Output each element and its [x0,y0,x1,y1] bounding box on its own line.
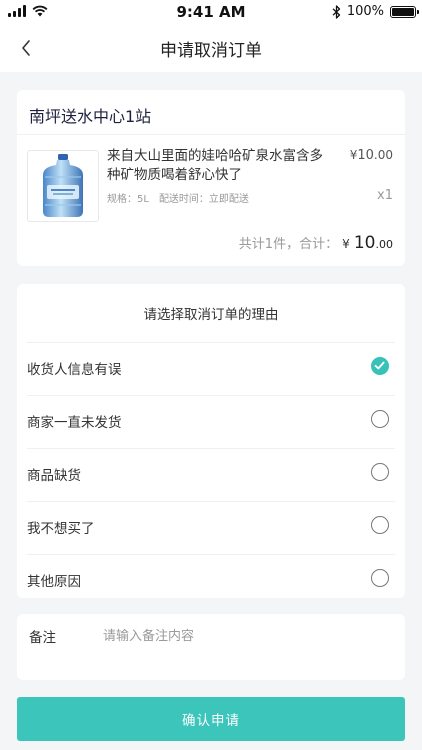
reason-card: 请选择取消订单的理由 收货人信息有误 商家一直未发货 商品缺货 我不想买了 其他… [17,284,405,598]
reason-label: 其他原因 [27,574,81,590]
reason-option-address-error[interactable]: 收货人信息有误 [27,342,395,395]
total-decimal: .00 [375,238,394,251]
reason-option-not-shipped[interactable]: 商家一直未发货 [27,395,395,448]
reason-option-out-of-stock[interactable]: 商品缺货 [27,448,395,501]
bluetooth-icon [332,4,340,19]
reason-list: 收货人信息有误 商家一直未发货 商品缺货 我不想买了 其他原因 [27,342,395,607]
remark-card: 备注 [17,614,405,680]
status-bar: 9:41 AM 100% [0,0,422,24]
remark-label: 备注 [29,630,56,646]
reason-label: 收货人信息有误 [27,362,122,378]
product-price: ¥10.00 [350,148,393,163]
reason-label: 商家一直未发货 [27,415,122,431]
product-size: 规格：5L [107,194,149,205]
product-spec: 规格：5L 配送时间：立即配送 [107,190,249,205]
battery-icon [390,5,419,18]
product-delivery-time: 配送时间：立即配送 [158,194,249,205]
product-name[interactable]: 来自大山里面的娃哈哈矿泉水富含多种矿物质喝着舒心快了 [107,147,327,185]
divider [17,134,405,135]
reason-header: 请选择取消订单的理由 [143,307,279,323]
product-quantity: x1 [377,188,393,203]
order-total: 共计1件，合计： ¥ 10.00 [239,233,393,253]
radio-icon[interactable] [371,569,389,587]
price-decimal: .00 [373,148,393,162]
total-label: 共计1件，合计： [238,237,339,252]
reason-label: 我不想买了 [27,521,95,537]
status-right: 100% [332,4,419,19]
radio-icon[interactable] [371,516,389,534]
remark-input[interactable] [103,624,393,648]
reason-label: 商品缺货 [27,468,81,484]
reason-option-no-longer-want[interactable]: 我不想买了 [27,501,395,554]
water-bottle-icon [43,154,83,217]
reason-option-other[interactable]: 其他原因 [27,554,395,607]
price-integer: 10 [357,148,374,163]
shop-name[interactable]: 南坪送水中心1站 [29,103,151,127]
total-amount: 10 [353,233,376,253]
radio-checked-icon[interactable] [371,357,389,375]
radio-icon[interactable] [371,463,389,481]
total-currency: ¥ [342,237,350,251]
radio-icon[interactable] [371,410,389,428]
product-image[interactable] [27,150,99,222]
battery-percent: 100% [346,4,384,19]
nav-bar: 申请取消订单 [0,24,422,72]
order-card: 南坪送水中心1站 来自大山里面的娃哈哈矿泉水富含多种矿物质喝着舒心快了 规格：5… [17,90,405,266]
page-title: 申请取消订单 [160,41,262,61]
confirm-button[interactable]: 确认申请 [17,697,405,741]
